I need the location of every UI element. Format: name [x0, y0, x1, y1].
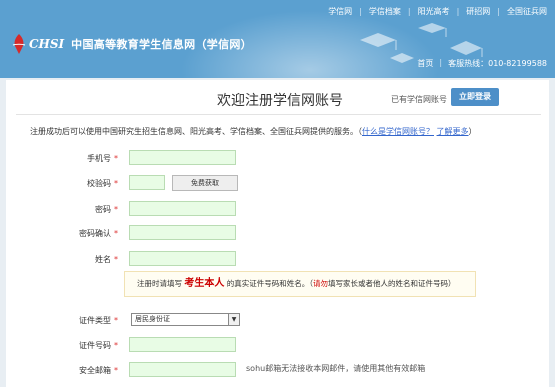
title-divider	[16, 114, 541, 115]
phone-label-text: 手机号	[87, 154, 111, 163]
required-mark: *	[114, 316, 118, 325]
tip-text-2: 的真实证件号码和姓名。（	[226, 279, 314, 288]
nav-separator: |	[497, 7, 500, 16]
email-label: 安全邮箱 *	[38, 365, 118, 376]
id-type-select[interactable]: 居民身份证 ▼	[131, 313, 240, 326]
logo-mark-icon	[10, 33, 28, 55]
code-label: 校验码 *	[38, 178, 118, 189]
required-mark: *	[114, 341, 118, 350]
hotline-text: 客服热线：010-82199588	[448, 59, 547, 68]
register-card: 欢迎注册学信网账号 已有学信网账号 立即登录 注册成功后可以使用中国研究生招生信…	[6, 80, 549, 387]
top-navigation: 学信网 | 学信档案 | 阳光高考 | 研招网 | 全国征兵网	[328, 6, 547, 17]
nav-separator: |	[407, 7, 411, 16]
nav-link-chsi[interactable]: 学信网	[328, 6, 352, 17]
required-mark: *	[114, 179, 118, 188]
required-mark: *	[114, 366, 118, 375]
id-number-input[interactable]	[129, 337, 236, 352]
confirm-label-text: 密码确认	[79, 229, 111, 238]
id-type-label-text: 证件类型	[79, 316, 111, 325]
chevron-down-icon[interactable]: ▼	[228, 314, 239, 325]
nav-link-archive[interactable]: 学信档案	[369, 6, 401, 17]
id-type-value: 居民身份证	[135, 315, 170, 323]
phone-label: 手机号 *	[38, 153, 118, 164]
site-header: 学信网 | 学信档案 | 阳光高考 | 研招网 | 全国征兵网 CHSI 中国高…	[0, 0, 555, 78]
password-input[interactable]	[129, 201, 236, 216]
has-account-text: 已有学信网账号	[391, 95, 447, 104]
intro-close: ）	[468, 127, 477, 136]
password-label: 密码 *	[38, 204, 118, 215]
password-label-text: 密码	[95, 205, 111, 214]
id-number-label: 证件号码 *	[38, 340, 118, 351]
required-mark: *	[114, 154, 118, 163]
tip-warning: 请勿	[313, 279, 329, 288]
intro-text: 注册成功后可以使用中国研究生招生信息网、阳光高考、学信档案、全国征兵网提供的服务…	[30, 126, 477, 137]
confirm-password-label: 密码确认 *	[38, 228, 118, 239]
id-type-label: 证件类型 *	[38, 315, 118, 326]
code-label-text: 校验码	[87, 179, 111, 188]
tip-text-3: 填写家长或者他人的姓名和证件号码）	[328, 279, 456, 288]
tip-text-1: 注册时请填写	[137, 279, 182, 288]
logo-site-name: 中国高等教育学生信息网（学信网）	[71, 38, 252, 51]
phone-input[interactable]	[129, 150, 236, 165]
nav-separator: |	[456, 7, 460, 16]
page-title: 欢迎注册学信网账号	[217, 93, 343, 109]
intro-description: 注册成功后可以使用中国研究生招生信息网、阳光高考、学信档案、全国征兵网提供的服务…	[30, 127, 362, 136]
learn-more-link[interactable]: 了解更多	[437, 127, 469, 136]
real-name-tip: 注册时请填写 考生本人 的真实证件号码和姓名。（请勿填写家长或者他人的姓名和证件…	[124, 271, 476, 297]
site-logo[interactable]: CHSI 中国高等教育学生信息网（学信网）	[10, 33, 252, 55]
nav-separator: |	[359, 7, 362, 16]
logo-chsi-text: CHSI	[29, 37, 65, 51]
login-button[interactable]: 立即登录	[451, 88, 499, 106]
id-number-label-text: 证件号码	[79, 341, 111, 350]
name-label-text: 姓名	[95, 255, 111, 264]
header-subnav: 首页 | 客服热线：010-82199588	[417, 58, 547, 69]
what-is-account-link[interactable]: 什么是学信网账号？	[362, 127, 434, 136]
email-note: sohu邮箱无法接收本网邮件，请使用其他有效邮箱	[246, 364, 426, 373]
email-label-text: 安全邮箱	[79, 366, 111, 375]
nav-link-zbw[interactable]: 全国征兵网	[507, 6, 547, 17]
required-mark: *	[114, 205, 118, 214]
home-link[interactable]: 首页	[417, 58, 433, 69]
verification-code-input[interactable]	[129, 175, 165, 190]
get-code-button[interactable]: 免费获取	[172, 175, 238, 191]
required-mark: *	[114, 229, 118, 238]
email-input[interactable]	[129, 362, 236, 377]
name-input[interactable]	[129, 251, 236, 266]
name-label: 姓名 *	[38, 254, 118, 265]
nav-link-yz[interactable]: 研招网	[466, 6, 490, 17]
confirm-password-input[interactable]	[129, 225, 236, 240]
required-mark: *	[114, 255, 118, 264]
tip-emphasis: 考生本人	[184, 278, 225, 289]
subnav-separator: |	[439, 58, 443, 67]
nav-link-gaokao[interactable]: 阳光高考	[418, 6, 450, 17]
